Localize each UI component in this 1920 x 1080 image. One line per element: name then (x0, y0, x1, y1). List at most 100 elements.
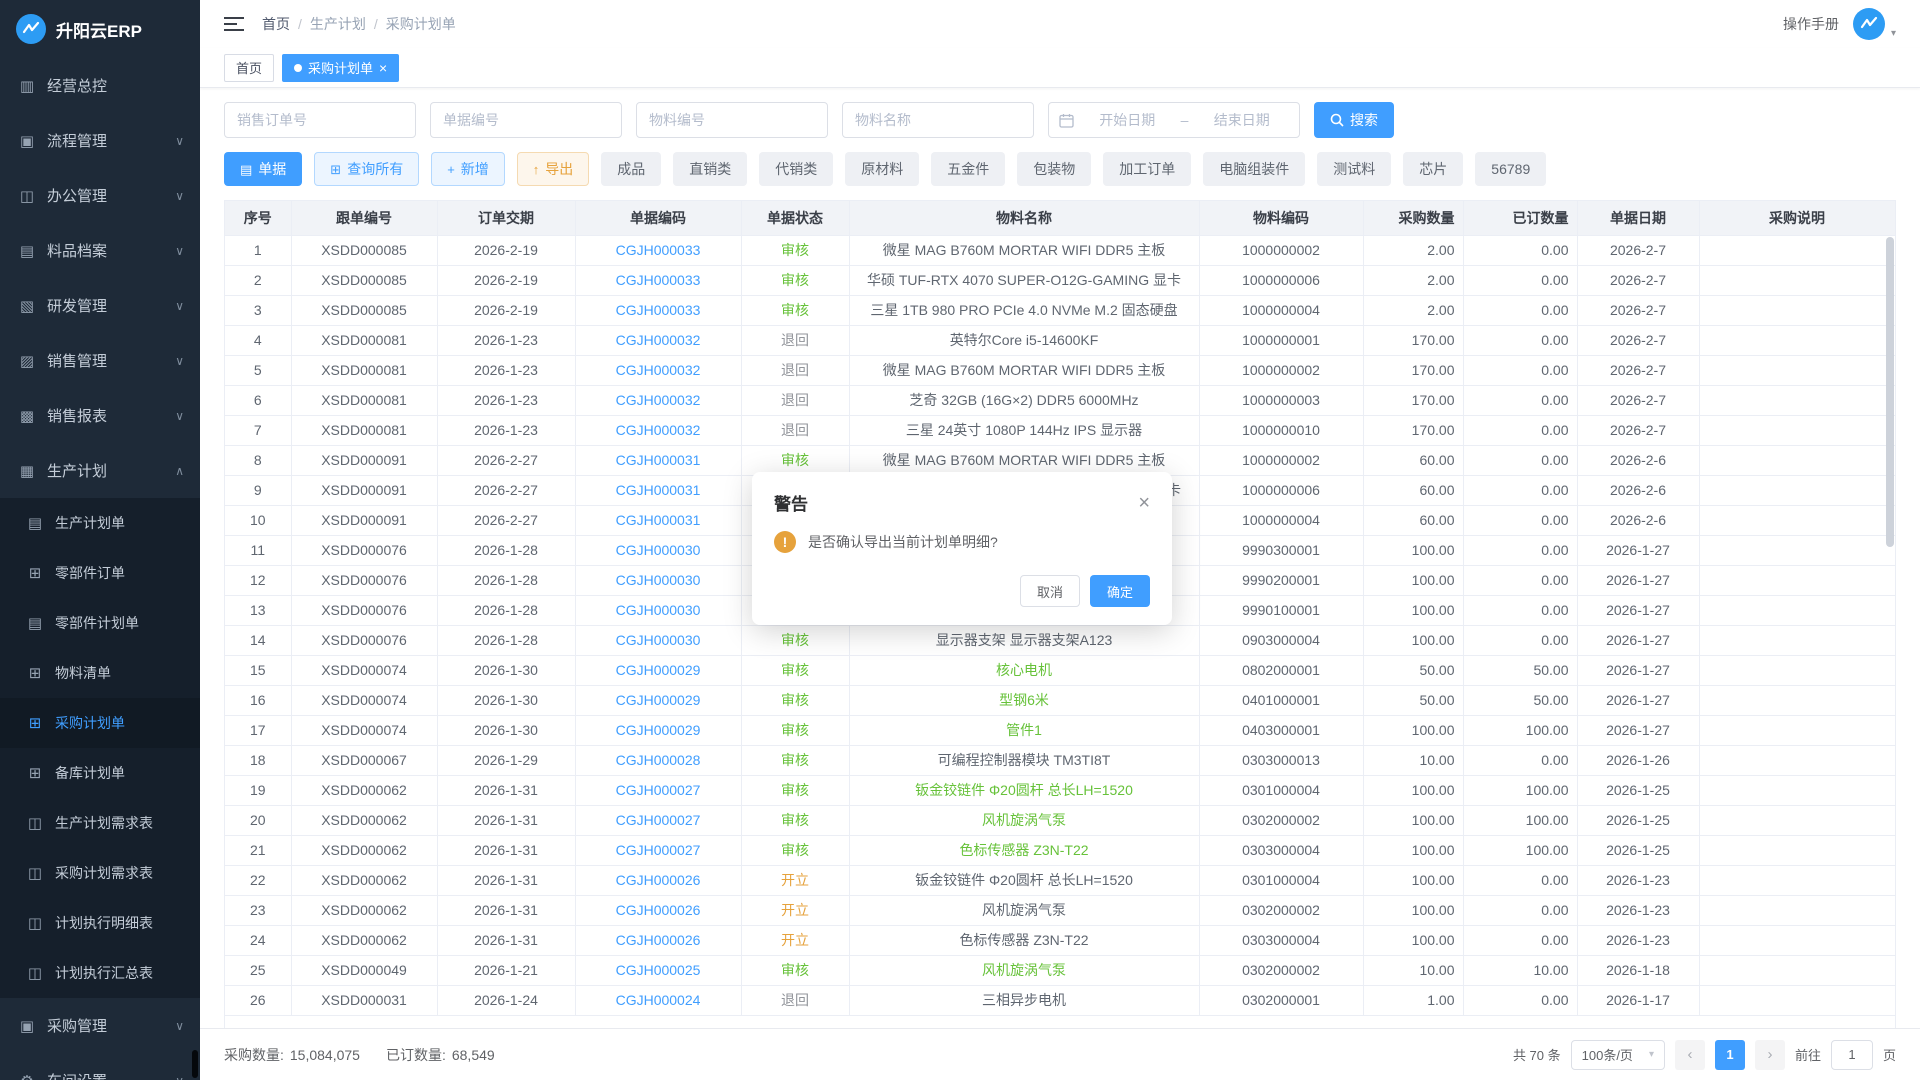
doc-code-link[interactable]: CGJH000028 (616, 752, 701, 768)
table-row[interactable]: 16XSDD0000742026-1-30CGJH000029审核型钢6米040… (225, 685, 1895, 715)
category-button[interactable]: 加工订单 (1103, 152, 1191, 186)
doc-code-link[interactable]: CGJH000032 (616, 332, 701, 348)
category-button[interactable]: 测试料 (1317, 152, 1391, 186)
confirm-button[interactable]: 确定 (1090, 575, 1150, 607)
table-row[interactable]: 23XSDD0000622026-1-31CGJH000026开立风机旋涡气泵0… (225, 895, 1895, 925)
doc-code-link[interactable]: CGJH000026 (616, 932, 701, 948)
category-button[interactable]: 芯片 (1403, 152, 1463, 186)
manual-link[interactable]: 操作手册 (1783, 14, 1839, 34)
column-header[interactable]: 单据日期 (1577, 201, 1699, 235)
table-row[interactable]: 14XSDD0000762026-1-28CGJH000030审核显示器支架 显… (225, 625, 1895, 655)
tab-active[interactable]: 采购计划单× (282, 54, 399, 82)
cancel-button[interactable]: 取消 (1020, 575, 1080, 607)
avatar[interactable] (1853, 8, 1885, 40)
doc-code-link[interactable]: CGJH000027 (616, 782, 701, 798)
table-row[interactable]: 21XSDD0000622026-1-31CGJH000027审核色标传感器 Z… (225, 835, 1895, 865)
page-size-select[interactable]: 100条/页 ▾ (1571, 1040, 1665, 1070)
sidebar-item-purchase-plan-order[interactable]: ⊞采购计划单 (0, 698, 200, 748)
prev-page-button[interactable]: ‹ (1675, 1040, 1705, 1070)
doc-code-link[interactable]: CGJH000032 (616, 422, 701, 438)
doc-code-link[interactable]: CGJH000025 (616, 962, 701, 978)
column-header[interactable]: 物料名称 (849, 201, 1199, 235)
sidebar-item-material-archive[interactable]: ▤料品档案∨ (0, 223, 200, 278)
doc-code-link[interactable]: CGJH000024 (616, 992, 701, 1008)
category-button[interactable]: 包装物 (1017, 152, 1091, 186)
table-row[interactable]: 24XSDD0000622026-1-31CGJH000026开立色标传感器 Z… (225, 925, 1895, 955)
doc-code-link[interactable]: CGJH000026 (616, 872, 701, 888)
sidebar-item-production-plan-order[interactable]: ▤生产计划单 (0, 498, 200, 548)
table-row[interactable]: 17XSDD0000742026-1-30CGJH000029审核管件10403… (225, 715, 1895, 745)
sidebar-item-plan-exec-summary[interactable]: ◫计划执行汇总表 (0, 948, 200, 998)
doc-code-link[interactable]: CGJH000030 (616, 542, 701, 558)
table-row[interactable]: 2XSDD0000852026-2-19CGJH000033审核华硕 TUF-R… (225, 265, 1895, 295)
doc-code-link[interactable]: CGJH000030 (616, 632, 701, 648)
sidebar-item-sales-mgmt[interactable]: ▨销售管理∨ (0, 333, 200, 388)
table-row[interactable]: 3XSDD0000852026-2-19CGJH000033审核三星 1TB 9… (225, 295, 1895, 325)
table-row[interactable]: 26XSDD0000312026-1-24CGJH000024退回三相异步电机0… (225, 985, 1895, 1015)
close-icon[interactable]: × (379, 61, 387, 75)
category-button[interactable]: 电脑组装件 (1203, 152, 1305, 186)
next-page-button[interactable]: › (1755, 1040, 1785, 1070)
column-header[interactable]: 订单交期 (437, 201, 575, 235)
sidebar-item-office-mgmt[interactable]: ◫办公管理∨ (0, 168, 200, 223)
column-header[interactable]: 单据状态 (741, 201, 849, 235)
table-row[interactable]: 4XSDD0000812026-1-23CGJH000032退回英特尔Core … (225, 325, 1895, 355)
table-row[interactable]: 22XSDD0000622026-1-31CGJH000026开立钣金铰链件 Φ… (225, 865, 1895, 895)
doc-code-link[interactable]: CGJH000031 (616, 512, 701, 528)
sidebar-item-stock-plan-order[interactable]: ⊞备库计划单 (0, 748, 200, 798)
sidebar-item-parts-order[interactable]: ⊞零部件订单 (0, 548, 200, 598)
column-header[interactable]: 物料编码 (1199, 201, 1363, 235)
tab-home[interactable]: 首页 (224, 54, 274, 82)
sidebar-item-plan-exec-detail[interactable]: ◫计划执行明细表 (0, 898, 200, 948)
sidebar-item-parts-plan-order[interactable]: ▤零部件计划单 (0, 598, 200, 648)
column-header[interactable]: 已订数量 (1463, 201, 1577, 235)
doc-code-link[interactable]: CGJH000031 (616, 482, 701, 498)
table-row[interactable]: 20XSDD0000622026-1-31CGJH000027审核风机旋涡气泵0… (225, 805, 1895, 835)
doc-code-link[interactable]: CGJH000033 (616, 272, 701, 288)
category-button[interactable]: 代销类 (759, 152, 833, 186)
category-button[interactable]: 直销类 (673, 152, 747, 186)
table-row[interactable]: 19XSDD0000622026-1-31CGJH000027审核钣金铰链件 Φ… (225, 775, 1895, 805)
column-header[interactable]: 采购说明 (1699, 201, 1895, 235)
table-row[interactable]: 6XSDD0000812026-1-23CGJH000032退回芝奇 32GB … (225, 385, 1895, 415)
doc-code-link[interactable]: CGJH000030 (616, 572, 701, 588)
export-button[interactable]: ↑导出 (517, 152, 590, 186)
doc-button[interactable]: ▤单据 (224, 152, 302, 186)
doc-code-link[interactable]: CGJH000029 (616, 692, 701, 708)
column-header[interactable]: 采购数量 (1363, 201, 1463, 235)
breadcrumb-item[interactable]: 采购计划单 (386, 14, 456, 34)
sidebar-item-purchase-mgmt[interactable]: ▣采购管理∨ (0, 998, 200, 1053)
sidebar-item-production-plan[interactable]: ▦生产计划∧ (0, 443, 200, 498)
table-row[interactable]: 25XSDD0000492026-1-21CGJH000025审核风机旋涡气泵0… (225, 955, 1895, 985)
doc-code-link[interactable]: CGJH000027 (616, 842, 701, 858)
column-header[interactable]: 单据编码 (575, 201, 741, 235)
date-range-picker[interactable]: 开始日期 – 结束日期 (1048, 102, 1300, 138)
breadcrumb-item[interactable]: 首页 (262, 14, 290, 34)
menu-fold-icon[interactable] (224, 16, 244, 32)
category-button[interactable]: 五金件 (931, 152, 1005, 186)
filter-input-material-code[interactable] (636, 102, 828, 138)
table-row[interactable]: 18XSDD0000672026-1-29CGJH000028审核可编程控制器模… (225, 745, 1895, 775)
sidebar-item-bom-list[interactable]: ⊞物料清单 (0, 648, 200, 698)
doc-code-link[interactable]: CGJH000032 (616, 392, 701, 408)
doc-code-link[interactable]: CGJH000029 (616, 662, 701, 678)
table-row[interactable]: 1XSDD0000852026-2-19CGJH000033审核微星 MAG B… (225, 235, 1895, 265)
column-header[interactable]: 跟单编号 (291, 201, 437, 235)
table-scrollbar[interactable] (1886, 237, 1894, 547)
filter-input-material-name[interactable] (842, 102, 1034, 138)
sidebar-scrollbar[interactable] (192, 1050, 198, 1078)
current-page-button[interactable]: 1 (1715, 1040, 1745, 1070)
doc-code-link[interactable]: CGJH000027 (616, 812, 701, 828)
goto-page-input[interactable] (1831, 1040, 1873, 1070)
category-button[interactable]: 56789 (1475, 152, 1546, 186)
sidebar-item-workshop-settings[interactable]: ⚙车间设置∨ (0, 1053, 200, 1080)
add-button[interactable]: +新增 (431, 152, 505, 186)
close-icon[interactable]: × (1138, 493, 1150, 513)
breadcrumb-item[interactable]: 生产计划 (310, 14, 366, 34)
doc-code-link[interactable]: CGJH000030 (616, 602, 701, 618)
table-row[interactable]: 5XSDD0000812026-1-23CGJH000032退回微星 MAG B… (225, 355, 1895, 385)
doc-code-link[interactable]: CGJH000026 (616, 902, 701, 918)
sidebar-item-dashboard[interactable]: ▥经营总控 (0, 58, 200, 113)
doc-code-link[interactable]: CGJH000033 (616, 242, 701, 258)
sidebar-item-rnd-mgmt[interactable]: ▧研发管理∨ (0, 278, 200, 333)
